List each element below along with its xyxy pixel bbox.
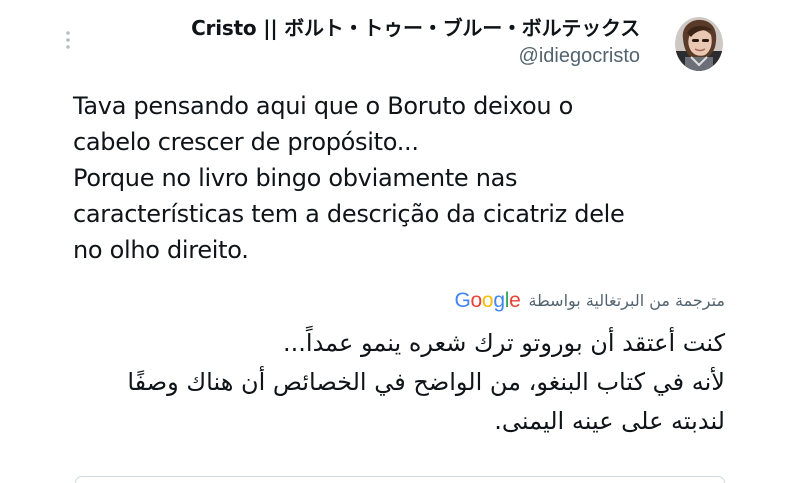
quoted-card-edge: [75, 476, 725, 483]
tweet-text-line: características tem a descrição da cicat…: [73, 200, 625, 228]
profile-avatar-image: [675, 17, 723, 71]
author-display-name[interactable]: Cristo || ボルト・トゥー・ブルー・ボルテックス: [191, 14, 640, 42]
translated-text-line: لأنه في كتاب البنغو، من الواضح في الخصائ…: [127, 368, 725, 396]
tweet-text-line: Tava pensando aqui que o Boruto deixou o: [73, 92, 574, 120]
translated-text: كنت أعتقد أن بوروتو ترك شعره ينمو عمداً.…: [65, 324, 725, 441]
translated-text-line: كنت أعتقد أن بوروتو ترك شعره ينمو عمداً.…: [283, 329, 725, 357]
avatar[interactable]: [675, 17, 723, 71]
tweet-author[interactable]: Cristo || ボルト・トゥー・ブルー・ボルテックス @idiegocris…: [191, 14, 640, 70]
author-handle[interactable]: @idiegocristo: [191, 42, 640, 70]
tweet-text-line: Porque no livro bingo obviamente nas: [73, 164, 518, 192]
translated-text-line: لندبته على عينه اليمنى.: [494, 407, 725, 435]
translated-by-google[interactable]: Google مترجمة من البرتغالية بواسطة: [454, 289, 725, 313]
translated-by-label: مترجمة من البرتغالية بواسطة: [528, 291, 725, 310]
tweet-text-line: no olho direito.: [73, 236, 249, 264]
google-logo: Google: [454, 289, 521, 312]
tweet-text-line: cabelo crescer de propósito...: [73, 128, 419, 156]
tweet-text: Tava pensando aqui que o Boruto deixou o…: [73, 88, 753, 268]
more-vertical-icon: [66, 31, 70, 49]
more-options-button[interactable]: [58, 30, 78, 50]
